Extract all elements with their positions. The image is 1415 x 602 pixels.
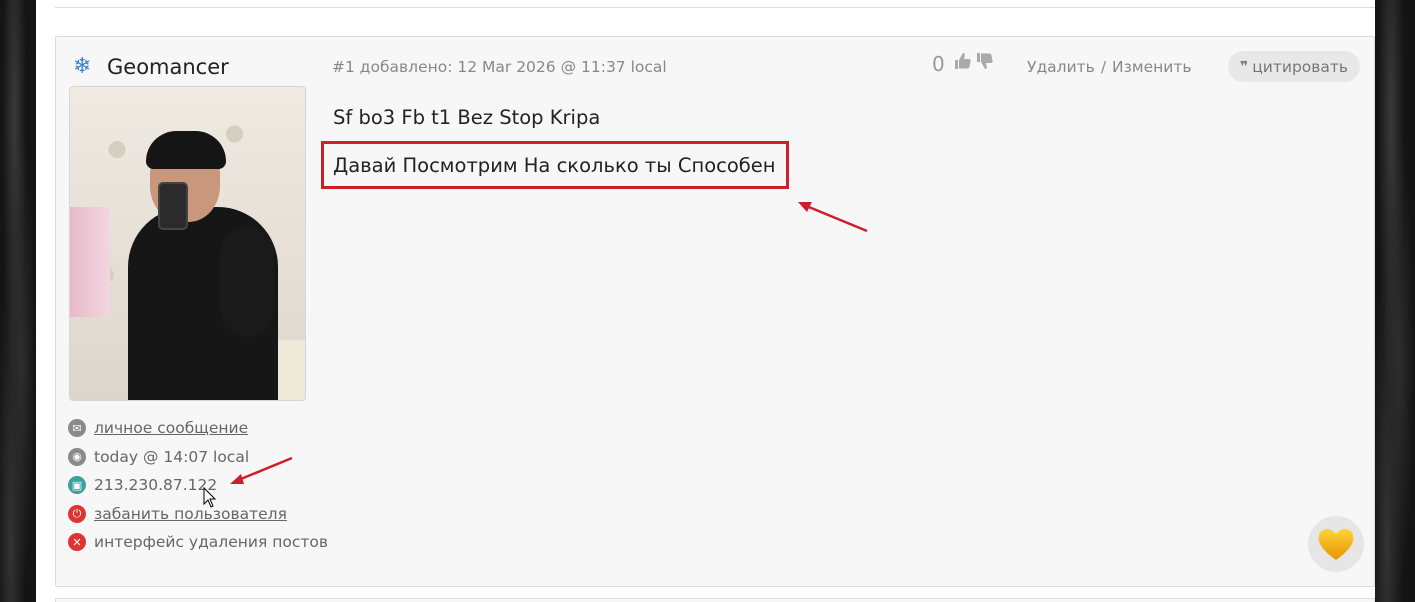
quote-label: цитировать bbox=[1252, 57, 1349, 76]
vote-count: 0 bbox=[932, 51, 945, 76]
forum-page: ❄ Geomancer ✉ личное сообщение ◉ today @… bbox=[36, 0, 1375, 602]
snowflake-icon: ❄ bbox=[73, 54, 92, 79]
delete-posts-label[interactable]: интерфейс удаления постов bbox=[94, 533, 328, 551]
avatar[interactable] bbox=[69, 86, 306, 401]
ban-user-link[interactable]: ⏻ забанить пользователя bbox=[68, 500, 328, 529]
next-post bbox=[55, 598, 1375, 602]
thumbs-up-icon[interactable] bbox=[953, 51, 973, 76]
background-right bbox=[1375, 0, 1415, 602]
delete-posts-icon: ✕ bbox=[68, 533, 86, 552]
ip-address-label[interactable]: 213.230.87.122 bbox=[94, 476, 217, 494]
background-left bbox=[0, 0, 36, 602]
actions-separator: / bbox=[1100, 58, 1107, 76]
username[interactable]: Geomancer bbox=[107, 55, 229, 79]
heart-icon bbox=[1318, 528, 1354, 560]
thumbs-down-icon[interactable] bbox=[975, 51, 995, 76]
previous-post-bottom bbox=[55, 7, 1375, 8]
votes: 0 bbox=[932, 51, 995, 76]
last-visit: ◉ today @ 14:07 local bbox=[68, 443, 328, 472]
ban-user-label[interactable]: забанить пользователя bbox=[94, 505, 287, 523]
post-meta: #1 добавлено: 12 Mar 2026 @ 11:37 local bbox=[332, 58, 667, 76]
post-author: ❄ Geomancer bbox=[73, 55, 229, 79]
quote-icon: ❞ bbox=[1240, 58, 1249, 75]
ban-icon: ⏻ bbox=[68, 504, 86, 523]
mail-icon: ✉ bbox=[68, 419, 86, 438]
clock-icon: ◉ bbox=[68, 447, 86, 466]
ip-icon: ▣ bbox=[68, 476, 86, 495]
delete-link[interactable]: Удалить bbox=[1027, 58, 1095, 76]
delete-posts-link[interactable]: ✕ интерфейс удаления постов bbox=[68, 528, 328, 557]
user-links: ✉ личное сообщение ◉ today @ 14:07 local… bbox=[68, 414, 328, 557]
ip-address: ▣ 213.230.87.122 bbox=[68, 471, 328, 500]
post-actions: Удалить / Изменить bbox=[1027, 58, 1191, 76]
like-heart-button[interactable] bbox=[1308, 516, 1364, 572]
post-text-line: Давай Посмотрим На сколько ты Способен bbox=[333, 154, 776, 177]
forum-post: ❄ Geomancer ✉ личное сообщение ◉ today @… bbox=[55, 36, 1375, 587]
private-message-link[interactable]: ✉ личное сообщение bbox=[68, 414, 328, 443]
post-text-line: Sf bo3 Fb t1 Bez Stop Kripa bbox=[333, 106, 601, 129]
private-message-label[interactable]: личное сообщение bbox=[94, 419, 248, 437]
last-visit-label: today @ 14:07 local bbox=[94, 447, 250, 466]
quote-button[interactable]: ❞ цитировать bbox=[1228, 51, 1361, 82]
edit-link[interactable]: Изменить bbox=[1112, 58, 1191, 76]
